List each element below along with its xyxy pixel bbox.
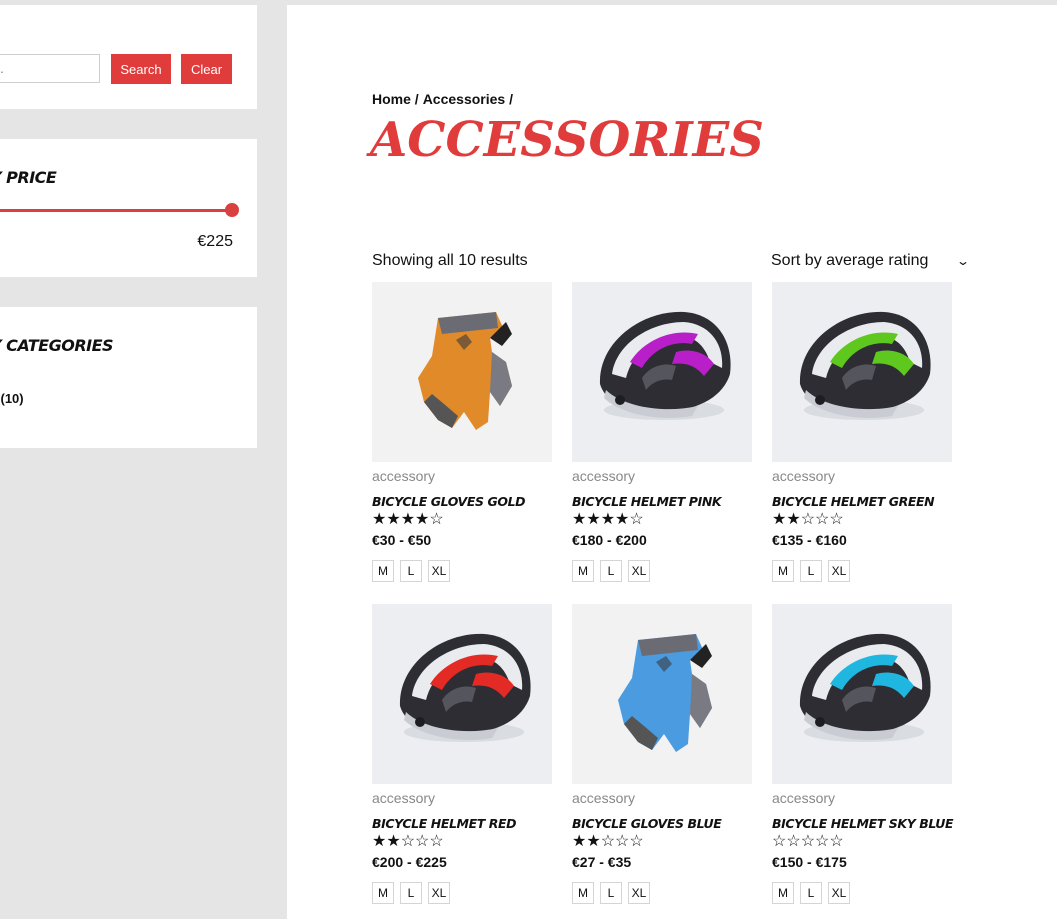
product-card[interactable]: accessory BICYCLE HELMET RED ★★☆☆☆ €200 …	[372, 604, 552, 904]
price-slider-track[interactable]	[0, 209, 232, 212]
breadcrumb-accessories[interactable]: Accessories /	[423, 91, 513, 107]
size-option-m[interactable]: M	[572, 560, 594, 582]
size-options: M L XL	[372, 560, 552, 582]
price-max-value: €225	[197, 233, 233, 250]
helmet-pink-image[interactable]	[572, 282, 752, 462]
size-option-l[interactable]: L	[600, 560, 622, 582]
star-rating: ☆☆☆☆☆	[772, 833, 844, 850]
product-category: accessory	[772, 790, 836, 806]
categories-widget: Y CATEGORIES s(10)	[0, 307, 257, 448]
breadcrumb-home[interactable]: Home /	[372, 91, 419, 107]
price-slider-handle[interactable]	[225, 203, 239, 217]
size-options: M L XL	[772, 882, 952, 904]
product-name[interactable]: BICYCLE HELMET GREEN	[772, 494, 952, 509]
size-option-xl[interactable]: XL	[428, 560, 450, 582]
product-name[interactable]: BICYCLE HELMET SKY BLUE	[772, 816, 954, 831]
glove-gold-image[interactable]	[372, 282, 552, 462]
result-count: Showing all 10 results	[372, 252, 528, 269]
clear-button[interactable]: Clear	[181, 54, 232, 84]
size-option-m[interactable]: M	[772, 560, 794, 582]
size-option-l[interactable]: L	[800, 560, 822, 582]
product-name[interactable]: BICYCLE HELMET PINK	[572, 494, 752, 509]
product-price: €150 - €175	[772, 854, 847, 870]
product-price: €27 - €35	[572, 854, 632, 870]
size-options: M L XL	[372, 882, 552, 904]
star-rating: ★★☆☆☆	[372, 833, 444, 850]
helmet-skyblue-image[interactable]	[772, 604, 952, 784]
category-item[interactable]: s(10)	[0, 391, 24, 406]
category-count: (10)	[0, 391, 24, 406]
sort-selected-value: Sort by average rating	[771, 252, 929, 269]
product-name[interactable]: BICYCLE GLOVES BLUE	[572, 816, 752, 831]
size-options: M L XL	[772, 560, 952, 582]
size-option-m[interactable]: M	[372, 882, 394, 904]
star-rating: ★★★★☆	[572, 511, 644, 528]
star-rating: ★★★★☆	[372, 511, 444, 528]
sort-select[interactable]: Sort by average rating ⌄	[771, 252, 971, 270]
product-card[interactable]: accessory BICYCLE HELMET PINK ★★★★☆ €180…	[572, 282, 752, 582]
size-option-l[interactable]: L	[600, 882, 622, 904]
glove-blue-image[interactable]	[572, 604, 752, 784]
size-option-l[interactable]: L	[800, 882, 822, 904]
product-card[interactable]: accessory BICYCLE GLOVES GOLD ★★★★☆ €30 …	[372, 282, 552, 582]
product-category: accessory	[572, 790, 636, 806]
size-options: M L XL	[572, 560, 752, 582]
product-category: accessory	[772, 468, 836, 484]
size-option-xl[interactable]: XL	[628, 882, 650, 904]
price-filter-widget: Y PRICE €225	[0, 139, 257, 277]
product-card[interactable]: accessory BICYCLE HELMET GREEN ★★☆☆☆ €13…	[772, 282, 952, 582]
helmet-red-image[interactable]	[372, 604, 552, 784]
chevron-down-icon: ⌄	[956, 254, 971, 268]
star-rating: ★★☆☆☆	[572, 833, 644, 850]
product-name[interactable]: BICYCLE GLOVES GOLD	[372, 494, 552, 509]
product-category: accessory	[372, 468, 436, 484]
categories-title: Y CATEGORIES	[0, 336, 114, 355]
product-price: €30 - €50	[372, 532, 432, 548]
size-option-m[interactable]: M	[372, 560, 394, 582]
price-filter-title: Y PRICE	[0, 168, 57, 187]
size-option-l[interactable]: L	[400, 882, 422, 904]
size-option-l[interactable]: L	[400, 560, 422, 582]
size-option-m[interactable]: M	[572, 882, 594, 904]
breadcrumb: Home / Accessories /	[372, 91, 517, 107]
size-option-xl[interactable]: XL	[828, 882, 850, 904]
product-card[interactable]: accessory BICYCLE GLOVES BLUE ★★☆☆☆ €27 …	[572, 604, 752, 904]
product-category: accessory	[572, 468, 636, 484]
product-price: €180 - €200	[572, 532, 647, 548]
search-widget: Search Clear	[0, 5, 257, 109]
product-name[interactable]: BICYCLE HELMET RED	[372, 816, 552, 831]
size-option-xl[interactable]: XL	[428, 882, 450, 904]
product-card[interactable]: accessory BICYCLE HELMET SKY BLUE ☆☆☆☆☆ …	[772, 604, 954, 904]
product-category: accessory	[372, 790, 436, 806]
search-button[interactable]: Search	[111, 54, 171, 84]
star-rating: ★★☆☆☆	[772, 511, 844, 528]
product-price: €135 - €160	[772, 532, 847, 548]
helmet-green-image[interactable]	[772, 282, 952, 462]
size-option-m[interactable]: M	[772, 882, 794, 904]
product-price: €200 - €225	[372, 854, 447, 870]
page-title: ACCESSORIES	[370, 112, 764, 168]
size-option-xl[interactable]: XL	[828, 560, 850, 582]
size-option-xl[interactable]: XL	[628, 560, 650, 582]
size-options: M L XL	[572, 882, 752, 904]
search-input[interactable]	[0, 54, 100, 83]
main-content: Home / Accessories / ACCESSORIES Showing …	[287, 5, 1057, 919]
